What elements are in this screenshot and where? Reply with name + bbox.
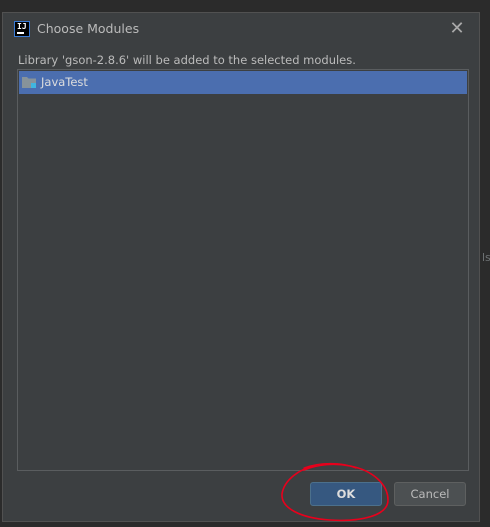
choose-modules-dialog: IJ Choose Modules ✕ Library 'gson-2.8.6'… <box>2 12 480 522</box>
list-item-javatest[interactable]: JavaTest <box>19 71 467 94</box>
cancel-button[interactable]: Cancel <box>394 482 466 506</box>
dialog-title: Choose Modules <box>37 21 140 36</box>
module-folder-icon <box>22 77 36 88</box>
ok-button[interactable]: OK <box>310 482 382 506</box>
intellij-idea-icon: IJ <box>14 21 30 37</box>
background-partial-text: ls <box>482 251 490 264</box>
close-icon[interactable]: ✕ <box>447 19 467 39</box>
dialog-message: Library 'gson-2.8.6' will be added to th… <box>18 53 356 67</box>
list-item-label: JavaTest <box>41 75 88 89</box>
dialog-titlebar[interactable]: IJ Choose Modules ✕ <box>3 13 479 45</box>
module-list[interactable]: JavaTest <box>17 69 469 471</box>
app-icon-text: IJ <box>17 22 27 31</box>
